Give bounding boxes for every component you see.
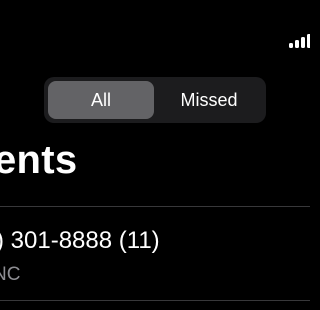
recent-call-row[interactable]: ) 301-8888 (11) NC bbox=[0, 207, 310, 293]
cellular-signal-icon bbox=[289, 32, 310, 48]
segment-all[interactable]: All bbox=[48, 81, 154, 119]
call-number: ) 301-8888 (11) bbox=[0, 227, 160, 254]
segment-missed[interactable]: Missed bbox=[156, 81, 262, 119]
call-filter-segmented-control: All Missed bbox=[44, 77, 266, 123]
divider bbox=[0, 300, 310, 301]
call-location: NC bbox=[0, 264, 21, 285]
page-title: ents bbox=[0, 138, 78, 182]
recents-screen: All Missed ents ) 301-8888 (11) NC bbox=[0, 0, 310, 310]
